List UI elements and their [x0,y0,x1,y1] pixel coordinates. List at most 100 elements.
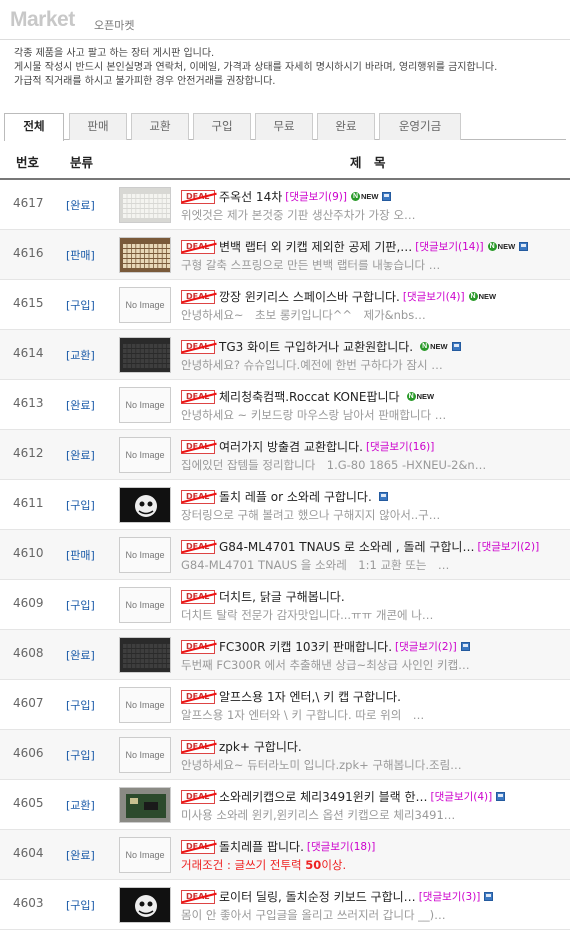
post-preview[interactable]: 안녕하세요 ~ 키보드랑 마우스랑 남아서 판매합니다 … [181,407,567,423]
post-category[interactable]: [판매] [66,547,95,563]
post-thumbnail[interactable]: No Image [119,587,171,623]
post-thumbnail[interactable] [119,337,171,373]
post-number: 4614 [13,346,44,360]
post-preview[interactable]: 거래조건 : 글쓰기 전투력 50이상. [181,857,567,873]
post-category[interactable]: [구입] [66,697,95,713]
post-number: 4604 [13,846,44,860]
post-title[interactable]: 알프스용 1자 엔터,\ 키 캡 구합니다. [219,690,401,704]
post-title[interactable]: zpk+ 구합니다. [219,740,302,754]
post-preview[interactable]: 안녕하세요~ 듀터라노미 입니다.zpk+ 구해봅니다.조림… [181,757,567,773]
new-icon: N NEW [350,191,379,202]
no-image-label: No Image [125,750,165,760]
post-title[interactable]: 여러가지 방출겸 교환합니다. [219,440,363,454]
post-thumbnail[interactable]: No Image [119,287,171,323]
deal-badge-icon: DEAL [181,739,217,754]
table-row: 4609 [구입] No Image DEAL 더치트, 닭글 구해봅니다. 더치트 탈락… [0,580,570,630]
post-number: 4612 [13,446,44,460]
post-category[interactable]: [완료] [66,397,95,413]
keyboard-photo [120,338,170,372]
post-preview[interactable]: 알프스용 1자 엔터와 \ 키 구합니다. 따로 위의 … [181,707,567,723]
tab-exchange[interactable]: 교환 [131,113,189,140]
post-title[interactable]: 소와레키캡으로 체리3491윈키 블랙 한… [219,790,428,804]
post-number: 4607 [13,696,44,710]
comment-count-link[interactable]: [댓글보기(16)] [366,441,434,453]
post-preview[interactable]: 위엣것은 제가 본것중 기판 생산주차가 가장 오… [181,207,567,223]
post-category[interactable]: [구입] [66,297,95,313]
deal-badge-icon: DEAL [181,839,217,854]
post-preview[interactable]: 미사용 소와레 윈키,윈키리스 옵션 키캡으로 체리3491… [181,807,567,823]
post-preview[interactable]: 안녕하세요? 슈슈입니다.예전에 한번 구하다가 잠시 … [181,357,567,373]
post-preview[interactable]: 몸이 안 좋아서 구입글을 올리고 쓰러지러 갑니다 __)… [181,907,567,923]
post-title[interactable]: 깡장 윈키리스 스페이스바 구합니다. [219,290,400,304]
post-title[interactable]: TG3 화이트 구입하거나 교환원합니다. [219,340,413,354]
post-thumbnail[interactable]: No Image [119,537,171,573]
post-category[interactable]: [교환] [66,797,95,813]
preview-text: 거래조건 : 글쓰기 전투력 [181,858,306,872]
post-category[interactable]: [구입] [66,597,95,613]
post-category[interactable]: [구입] [66,497,95,513]
post-title[interactable]: 로이터 딜링, 돌치순정 키보드 구합니… [219,890,416,904]
post-number: 4611 [13,496,44,510]
tab-done[interactable]: 완료 [317,113,375,140]
post-thumbnail[interactable]: No Image [119,387,171,423]
comment-count-link[interactable]: [댓글보기(4)] [403,291,465,303]
deal-badge-icon: DEAL [181,489,217,504]
post-thumbnail[interactable]: No Image [119,837,171,873]
post-category[interactable]: [교환] [66,347,95,363]
comment-count-link[interactable]: [댓글보기(2)] [395,641,457,653]
post-thumbnail[interactable] [119,637,171,673]
post-thumbnail[interactable]: No Image [119,737,171,773]
tab-fund[interactable]: 운영기금 [379,113,461,140]
post-title[interactable]: G84-ML4701 TNAUS 로 소와레 , 돌레 구합니… [219,540,474,554]
post-category[interactable]: [완료] [66,197,95,213]
post-preview[interactable]: 장터링으로 구해 볼려고 했으나 구해지지 않아서..구… [181,507,567,523]
page-header: Market 오픈마켓 [0,0,570,40]
post-title[interactable]: 돌치레플 팝니다. [219,840,304,854]
tab-buy[interactable]: 구입 [193,113,251,140]
post-thumbnail[interactable] [119,237,171,273]
table-row: 4616 [판매] DEAL 변백 랩터 외 키캡 제외한 공제 기판,… [댓글보기(… [0,230,570,280]
post-title[interactable]: FC300R 키캡 103키 판매합니다. [219,640,392,654]
post-preview[interactable]: 집에있던 잡템들 정리합니다 1.G-80 1865 -HXNEU-2&n… [181,457,567,473]
post-number: 4610 [13,546,44,560]
comment-count-link[interactable]: [댓글보기(18)] [307,841,375,853]
post-preview[interactable]: G84-ML4701 TNAUS 을 소와레 1:1 교환 또는 … [181,557,567,573]
post-category[interactable]: [완료] [66,447,95,463]
post-thumbnail[interactable] [119,487,171,523]
table-row: 4612 [완료] No Image DEAL 여러가지 방출겸 교환합니다. [댓글보기… [0,430,570,480]
tab-free[interactable]: 무료 [255,113,313,140]
comment-count-link[interactable]: [댓글보기(4)] [431,791,493,803]
tab-sell[interactable]: 판매 [69,113,127,140]
tab-all[interactable]: 전체 [4,113,64,141]
post-category[interactable]: [구입] [66,747,95,763]
post-thumbnail[interactable]: No Image [119,437,171,473]
post-category[interactable]: [완료] [66,847,95,863]
post-preview[interactable]: 구형 갈축 스프링으로 만든 변백 랩터를 내놓습니다 … [181,257,567,273]
post-category[interactable]: [판매] [66,247,95,263]
post-title-line: DEAL zpk+ 구합니다. [181,738,567,755]
post-title[interactable]: 체리청축컴팩.Roccat KONE팝니다 [219,390,400,404]
post-preview[interactable]: 더치트 탈락 전문가 감자맛입니다...ㅠㅠ 개콘에 나… [181,607,567,623]
post-preview[interactable]: 두번째 FC300R 에서 추출해낸 상급~최상급 사인인 키캡… [181,657,567,673]
post-category[interactable]: [구입] [66,897,95,913]
comment-count-link[interactable]: [댓글보기(14)] [415,241,483,253]
post-title[interactable]: 주옥선 14차 [219,190,282,204]
comment-count-link[interactable]: [댓글보기(2)] [477,541,539,553]
table-row: 4606 [구입] No Image DEAL zpk+ 구합니다. 안녕하세요~ 듀터라… [0,730,570,780]
notice-line: 게시물 작성시 반드시 본인실명과 연락처, 이메일, 가격과 상태를 자세히 … [14,62,498,73]
post-title[interactable]: 변백 랩터 외 키캡 제외한 공제 기판,… [219,240,412,254]
table-row: 4603 [구입] DEAL 로이터 딜링, 돌치순정 키보드 구합니… [댓글보기(3… [0,880,570,930]
post-thumbnail[interactable] [119,887,171,923]
post-category[interactable]: [완료] [66,647,95,663]
table-row: 4617 [완료] DEAL 주옥선 14차 [댓글보기(9)] N NEW 위엣것은 제가 … [0,180,570,230]
post-thumbnail[interactable] [119,787,171,823]
attachment-icon [451,342,461,351]
comment-count-link[interactable]: [댓글보기(3)] [419,891,481,903]
post-thumbnail[interactable] [119,187,171,223]
post-title[interactable]: 더치트, 닭글 구해봅니다. [219,590,345,604]
no-image-label: No Image [125,400,165,410]
post-thumbnail[interactable]: No Image [119,687,171,723]
comment-count-link[interactable]: [댓글보기(9)] [285,191,347,203]
post-title[interactable]: 돌치 레플 or 소와레 구합니다. [219,490,372,504]
post-preview[interactable]: 안녕하세요~ 초보 롱키입니다^^ 제가&nbs… [181,307,567,323]
